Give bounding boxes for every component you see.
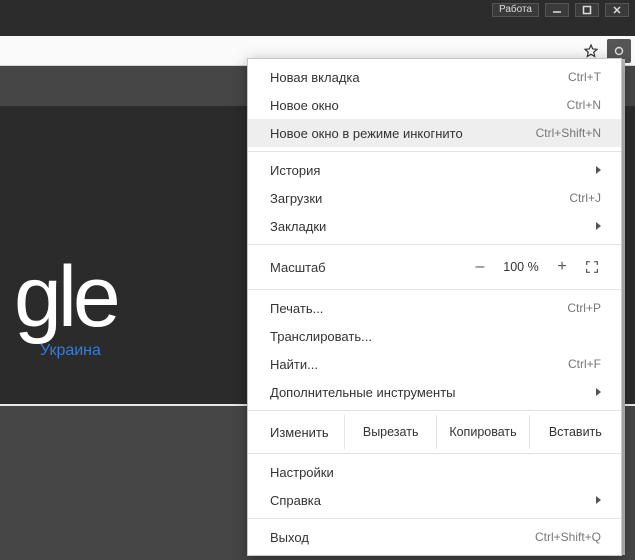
menu-item-bookmarks[interactable]: Закладки xyxy=(248,212,621,240)
zoom-out-button[interactable]: – xyxy=(465,253,495,281)
menu-separator xyxy=(248,518,621,519)
menu-item-new-window[interactable]: Новое окно Ctrl+N xyxy=(248,91,621,119)
chevron-right-icon xyxy=(596,166,601,174)
menu-item-label: Закладки xyxy=(270,219,596,234)
menu-item-label: Выход xyxy=(270,530,535,545)
edit-cut-button[interactable]: Вырезать xyxy=(344,415,436,449)
menu-item-help[interactable]: Справка xyxy=(248,486,621,514)
chevron-right-icon xyxy=(596,496,601,504)
menu-item-shortcut: Ctrl+N xyxy=(567,98,601,112)
menu-item-incognito[interactable]: Новое окно в режиме инкогнито Ctrl+Shift… xyxy=(248,119,621,147)
menu-item-history[interactable]: История xyxy=(248,156,621,184)
menu-item-label: Новое окно xyxy=(270,98,567,113)
fullscreen-button[interactable] xyxy=(577,253,607,281)
google-region-label: Украина xyxy=(40,342,101,360)
edit-paste-button[interactable]: Вставить xyxy=(529,415,621,449)
window-close-button[interactable] xyxy=(605,3,629,17)
chevron-right-icon xyxy=(596,388,601,396)
menu-item-label: Загрузки xyxy=(270,191,569,206)
google-logo-fragment: gle xyxy=(14,254,117,340)
os-titlebar: Работа xyxy=(0,0,635,20)
menu-item-find[interactable]: Найти... Ctrl+F xyxy=(248,350,621,378)
menu-item-label: Новое окно в режиме инкогнито xyxy=(270,126,536,141)
menu-item-exit[interactable]: Выход Ctrl+Shift+Q xyxy=(248,523,621,551)
menu-item-label: Дополнительные инструменты xyxy=(270,385,596,400)
menu-separator xyxy=(248,410,621,411)
menu-item-shortcut: Ctrl+Shift+Q xyxy=(535,530,601,544)
menu-item-label: Изменить xyxy=(248,415,344,449)
menu-item-new-tab[interactable]: Новая вкладка Ctrl+T xyxy=(248,63,621,91)
zoom-in-button[interactable]: + xyxy=(547,253,577,281)
menu-item-shortcut: Ctrl+J xyxy=(569,191,601,205)
menu-separator xyxy=(248,289,621,290)
profile-badge[interactable]: Работа xyxy=(492,3,539,17)
window-minimize-button[interactable] xyxy=(545,3,569,17)
menu-separator xyxy=(248,151,621,152)
menu-separator xyxy=(248,244,621,245)
menu-item-label: Печать... xyxy=(270,301,567,316)
edit-copy-button[interactable]: Копировать xyxy=(436,415,528,449)
menu-item-shortcut: Ctrl+Shift+N xyxy=(536,126,601,140)
menu-item-settings[interactable]: Настройки xyxy=(248,458,621,486)
menu-item-more-tools[interactable]: Дополнительные инструменты xyxy=(248,378,621,406)
tab-strip xyxy=(0,20,635,36)
menu-item-shortcut: Ctrl+T xyxy=(568,70,601,84)
menu-item-label: Справка xyxy=(270,493,596,508)
menu-separator xyxy=(248,453,621,454)
menu-item-edit: Изменить Вырезать Копировать Вставить xyxy=(248,415,621,449)
menu-item-downloads[interactable]: Загрузки Ctrl+J xyxy=(248,184,621,212)
menu-item-cast[interactable]: Транслировать... xyxy=(248,322,621,350)
menu-item-print[interactable]: Печать... Ctrl+P xyxy=(248,294,621,322)
menu-item-label: История xyxy=(270,163,596,178)
window-maximize-button[interactable] xyxy=(575,3,599,17)
menu-item-label: Транслировать... xyxy=(270,329,601,344)
menu-item-label: Новая вкладка xyxy=(270,70,568,85)
menu-item-zoom: Масштаб – 100 % + xyxy=(248,249,621,285)
chevron-right-icon xyxy=(596,222,601,230)
menu-item-label: Найти... xyxy=(270,357,568,372)
chrome-main-menu: Новая вкладка Ctrl+T Новое окно Ctrl+N Н… xyxy=(247,58,622,556)
fullscreen-icon xyxy=(584,259,600,275)
menu-item-label: Настройки xyxy=(270,465,601,480)
menu-item-label: Масштаб xyxy=(270,260,326,275)
menu-item-shortcut: Ctrl+F xyxy=(568,357,601,371)
menu-item-shortcut: Ctrl+P xyxy=(567,301,601,315)
zoom-value: 100 % xyxy=(495,260,547,274)
